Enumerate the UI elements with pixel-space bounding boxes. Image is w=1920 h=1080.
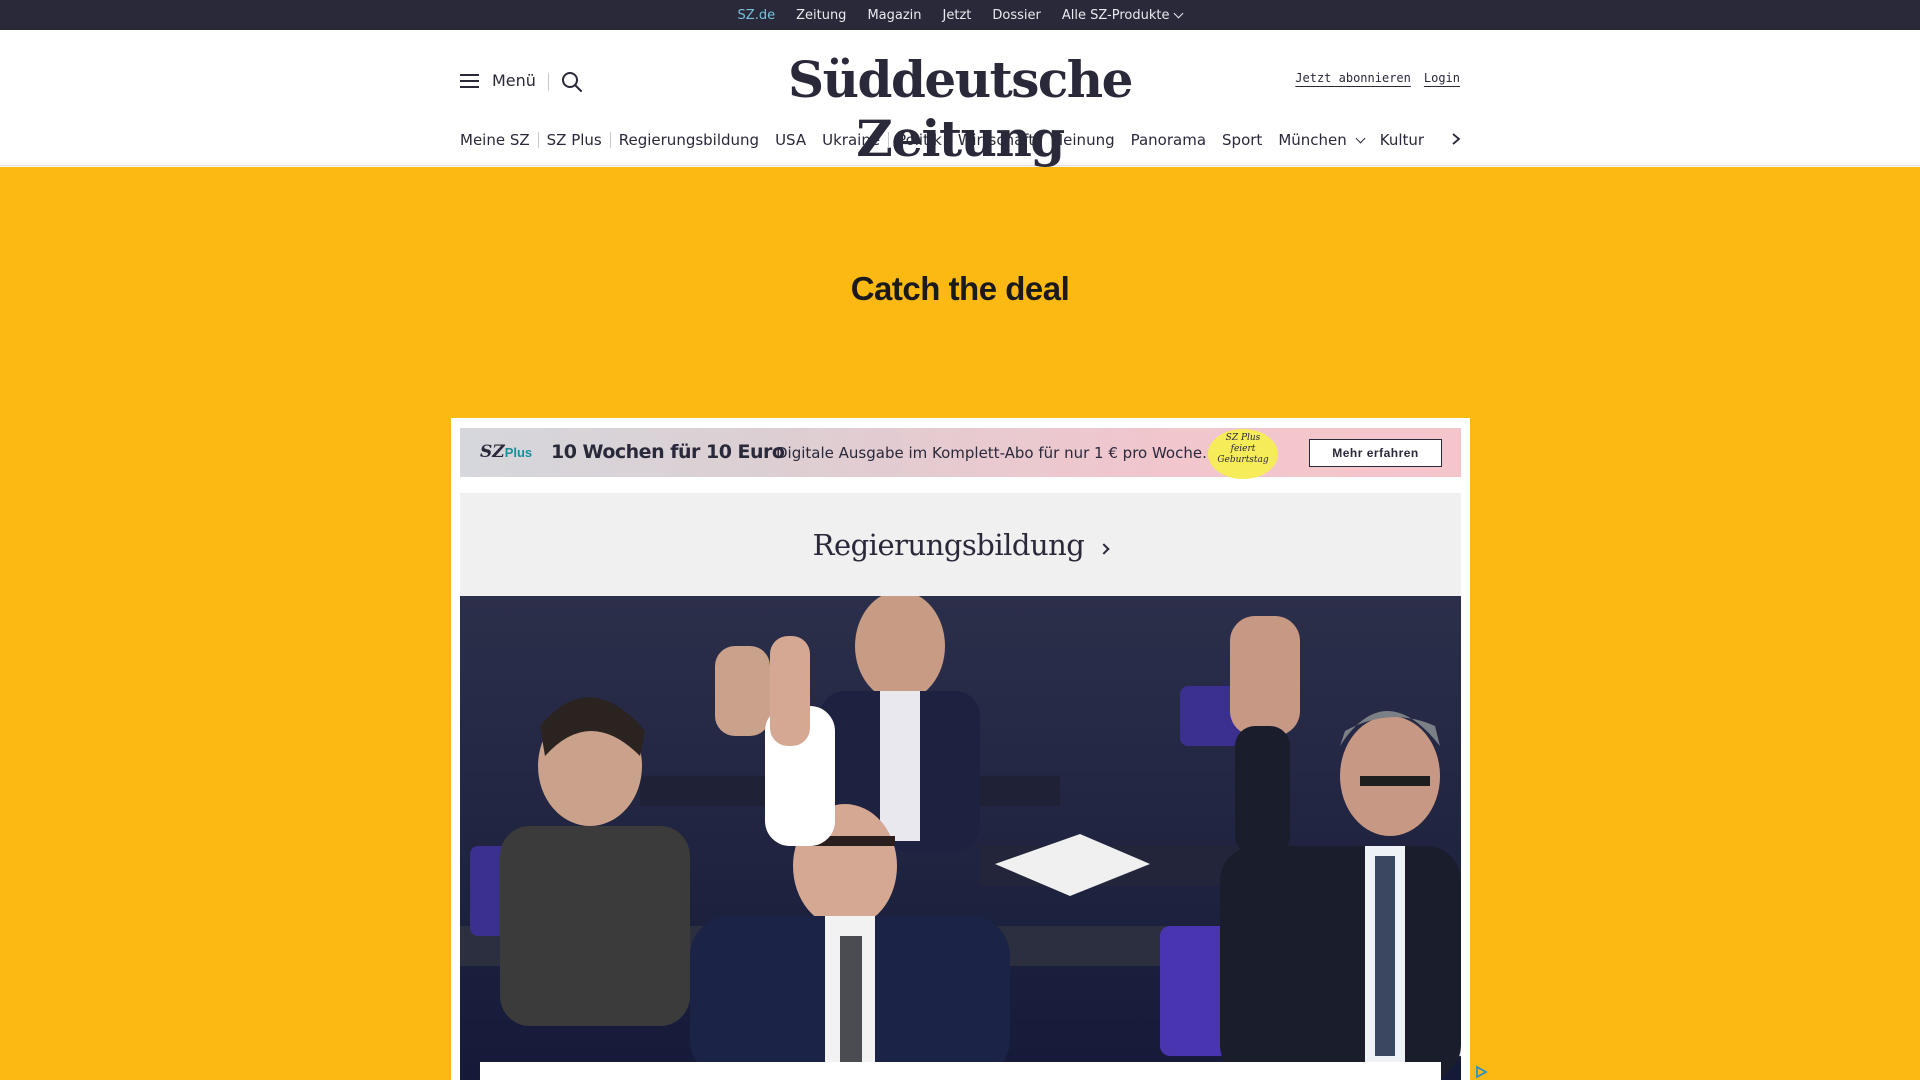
account-links: Jetzt abonnieren Login (1295, 71, 1460, 85)
all-products-label: Alle SZ-Produkte (1061, 7, 1170, 23)
all-products-dropdown[interactable]: Alle SZ-Produkte (1061, 7, 1184, 23)
menu-button[interactable]: Menü (460, 71, 536, 90)
nav-item-meinung[interactable]: Meinung (1042, 131, 1122, 149)
nav-item-kultur[interactable]: Kultur (1372, 131, 1432, 149)
sz-plus-logo: SZPlus (480, 442, 532, 462)
login-link[interactable]: Login (1424, 71, 1460, 85)
chevron-right-icon[interactable] (1449, 132, 1463, 146)
nav-item-wirtschaft[interactable]: Wirtschaft (950, 131, 1042, 149)
menu-label: Menü (492, 71, 536, 90)
nav-item-politik[interactable]: Politik (889, 131, 950, 149)
product-link-sz-de[interactable]: SZ.de (738, 8, 775, 34)
birthday-seal: SZ Plus feiert Geburtstag (1208, 429, 1278, 479)
section-header-link[interactable]: Regierungsbildung (460, 493, 1461, 596)
nav-item-regierungsbildung[interactable]: Regierungsbildung (611, 131, 767, 149)
nav-item-muenchen[interactable]: München (1270, 131, 1371, 149)
adchoices-icon[interactable] (1474, 1065, 1488, 1079)
subscription-ad-banner[interactable]: SZPlus 10 Wochen für 10 Euro Digitale Au… (460, 428, 1461, 479)
chevron-down-icon (1355, 133, 1366, 143)
nav-item-ukraine[interactable]: Ukraine (814, 131, 888, 149)
hero-photo-illustration (460, 596, 1461, 1080)
seal-line-1: SZ Plus (1225, 433, 1261, 443)
nav-item-panorama[interactable]: Panorama (1123, 131, 1214, 149)
search-icon[interactable] (561, 71, 583, 93)
nav-item-meine-sz[interactable]: Meine SZ (460, 131, 538, 149)
sz-plus-logo-plus: Plus (504, 445, 533, 460)
subscribe-link[interactable]: Jetzt abonnieren (1295, 71, 1411, 85)
top-utility-bar: SZ.de Zeitung Magazin Jetzt Dossier Alle… (0, 0, 1920, 34)
hero-photo[interactable] (460, 596, 1461, 1080)
more-info-button[interactable]: Mehr erfahren (1309, 439, 1442, 467)
chevron-right-icon (1098, 542, 1111, 555)
ad-headline: 10 Wochen für 10 Euro (551, 441, 785, 463)
ad-text: Digitale Ausgabe im Komplett-Abo für nur… (776, 444, 1207, 462)
product-links: SZ.de Zeitung Magazin Jetzt Dossier Alle… (0, 0, 1920, 34)
product-link-zeitung[interactable]: Zeitung (796, 8, 846, 23)
menu-divider (548, 73, 549, 91)
sz-plus-logo-sz: SZ (480, 442, 505, 462)
product-link-magazin[interactable]: Magazin (867, 8, 921, 23)
promo-title: Catch the deal (850, 270, 1070, 307)
caption-strip (480, 1062, 1441, 1080)
seal-line-3: Geburtstag (1217, 455, 1269, 465)
site-header: Menü Süddeutsche Zeitung Jetzt abonniere… (0, 30, 1920, 168)
hamburger-icon (460, 73, 480, 88)
product-link-jetzt[interactable]: Jetzt (943, 8, 972, 23)
product-link-dossier[interactable]: Dossier (992, 8, 1040, 23)
nav-item-muenchen-label: München (1278, 131, 1347, 149)
seal-line-2: feiert (1230, 444, 1256, 454)
nav-item-usa[interactable]: USA (767, 131, 814, 149)
chevron-down-icon (1174, 8, 1184, 18)
nav-item-sz-plus[interactable]: SZ Plus (539, 131, 610, 149)
section-title: Regierungsbildung (812, 527, 1085, 562)
main-nav: Meine SZ SZ Plus Regierungsbildung USA U… (460, 128, 1432, 152)
nav-item-sport[interactable]: Sport (1214, 131, 1270, 149)
